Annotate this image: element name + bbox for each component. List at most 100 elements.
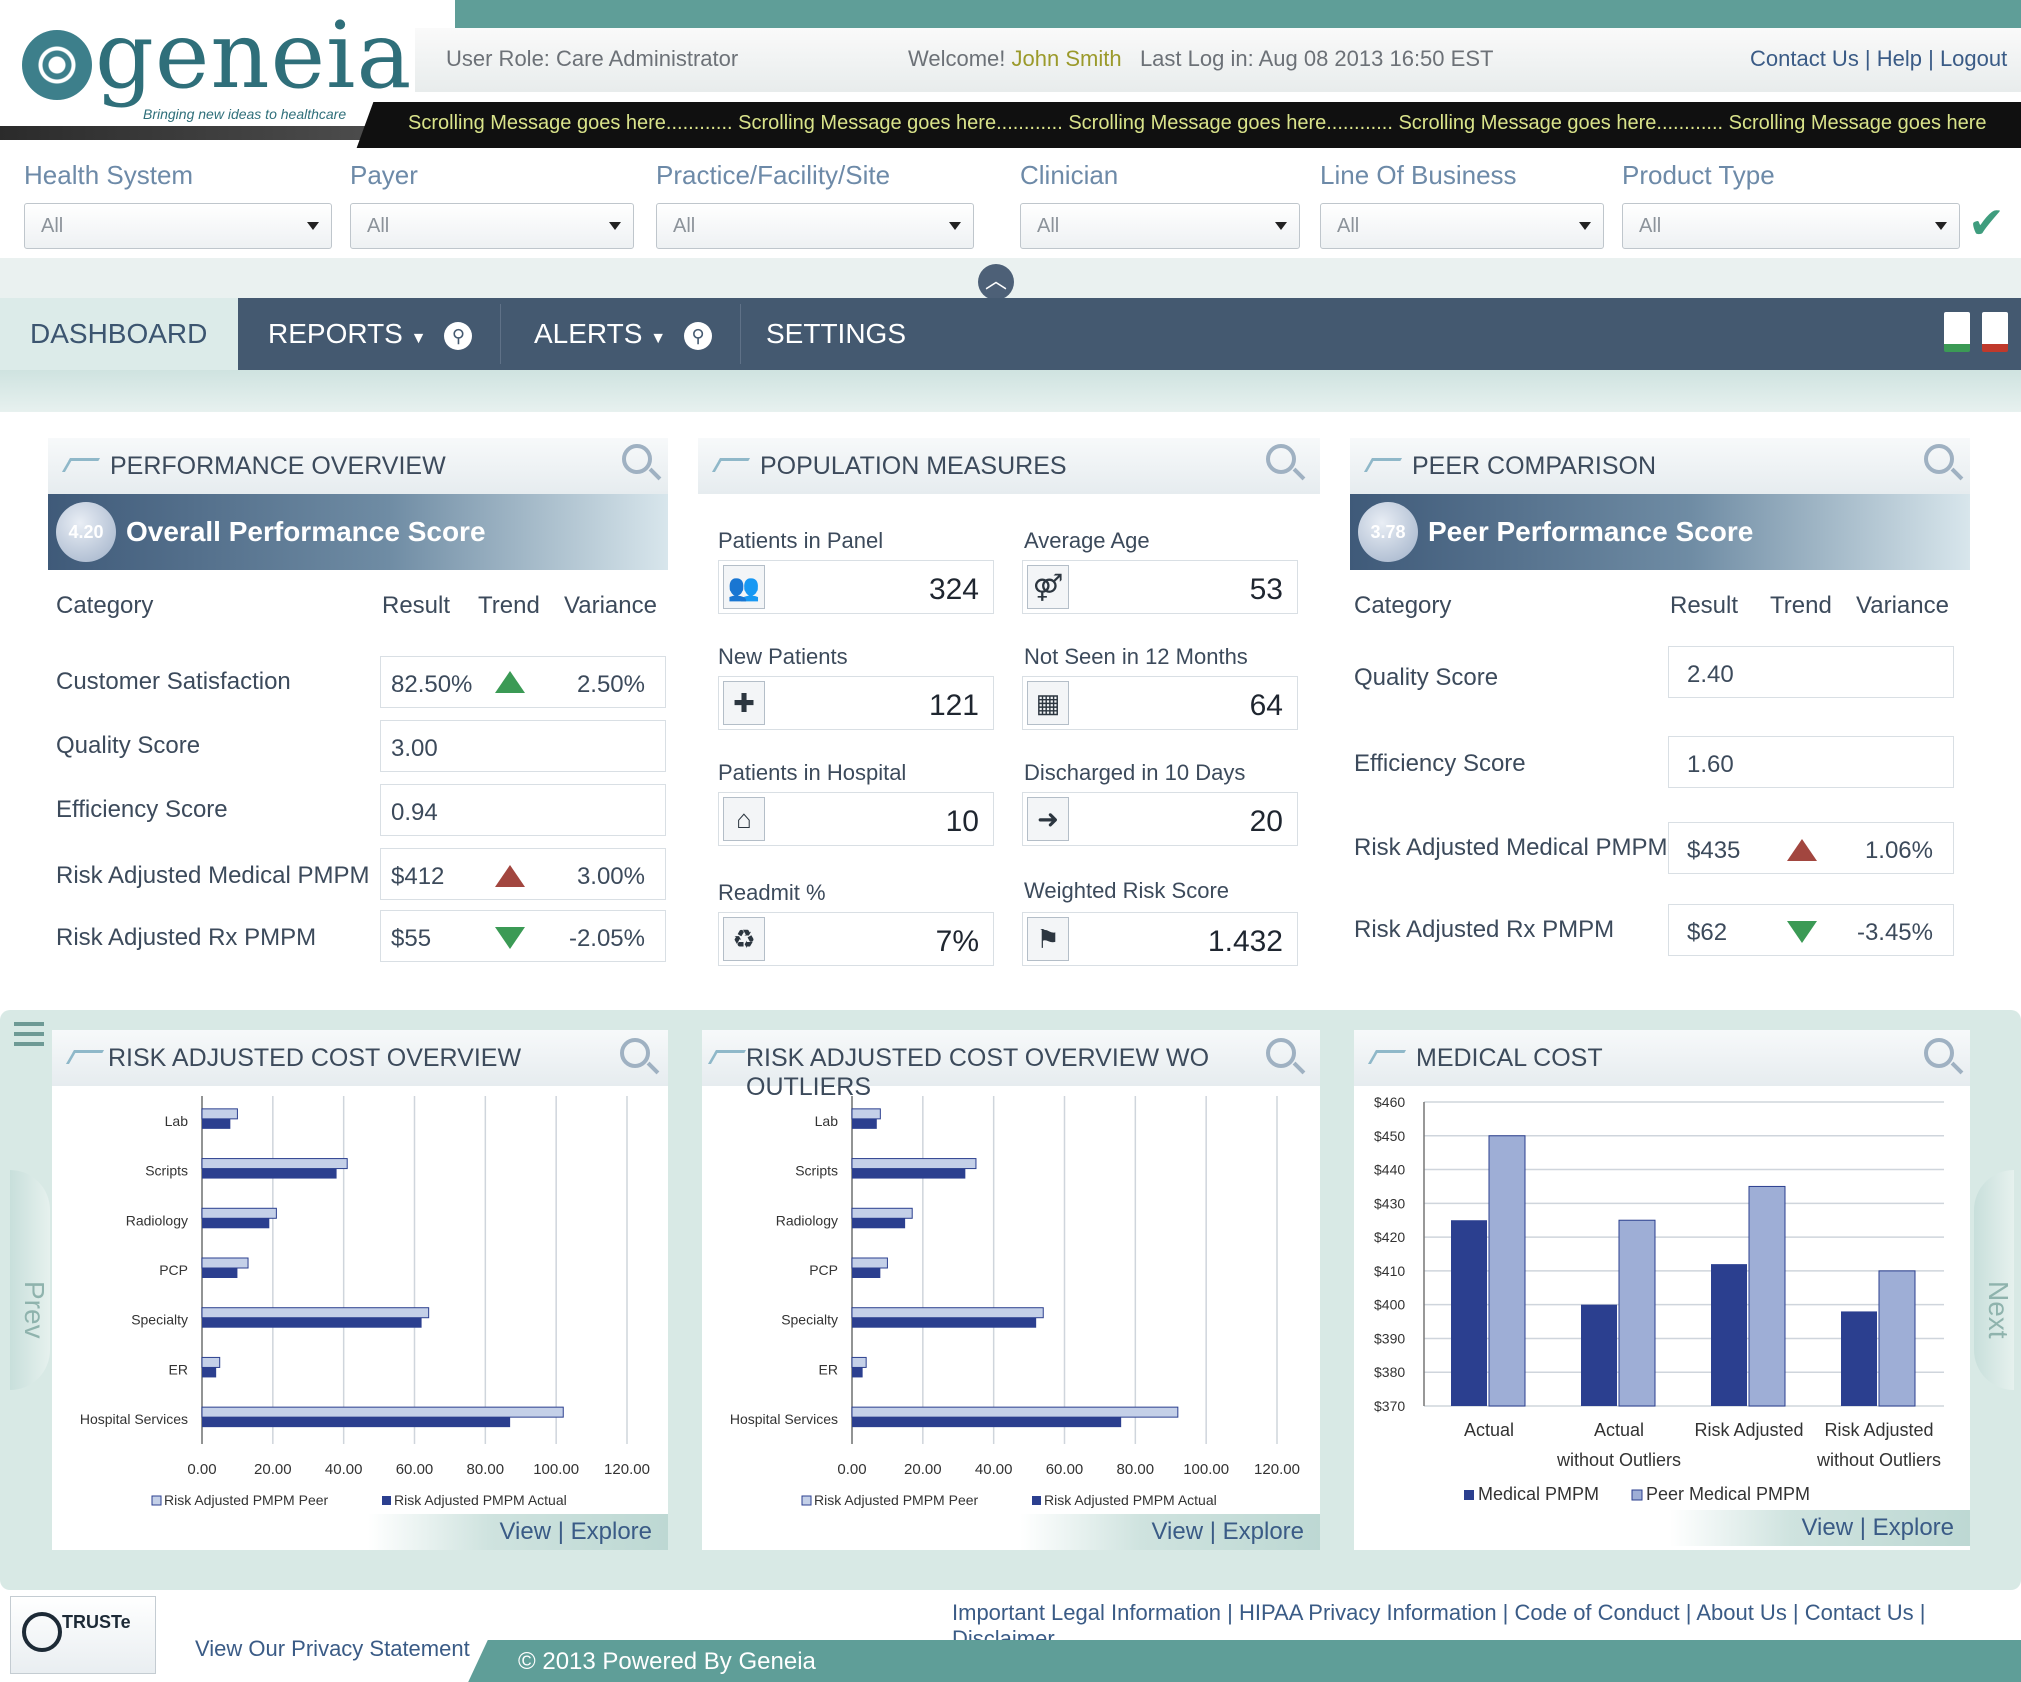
tab-alerts[interactable]: ALERTS ▼ ⚲ [534, 298, 713, 370]
category-label: ER [819, 1361, 838, 1377]
bar-peer [201, 1257, 249, 1269]
caret-down-icon: ▼ [410, 330, 427, 347]
tab-reports[interactable]: REPORTS ▼ ⚲ [268, 298, 473, 370]
pdf-export-icon[interactable] [1982, 312, 2008, 352]
score-label: Overall Performance Score [126, 516, 486, 547]
bar-medical-pmpm [1841, 1311, 1877, 1406]
collapse-up-icon[interactable]: ︿ [978, 264, 1014, 300]
user-role: User Role: Care Administrator [446, 46, 739, 71]
risk-adjusted-cost-header: RISK ADJUSTED COST OVERVIEW [52, 1030, 668, 1086]
payer-select[interactable]: All [350, 203, 634, 249]
next-button[interactable]: Next [1974, 1170, 2014, 1390]
measure-value: 20 [1249, 805, 1283, 838]
x-tick-label: 120.00 [604, 1461, 650, 1478]
select-value: All [673, 215, 696, 237]
view-explore-links[interactable]: View | Explore [1670, 1510, 1970, 1546]
col-trend: Trend [1770, 592, 1832, 619]
health-system-select[interactable]: All [24, 203, 332, 249]
product-type-select[interactable]: All [1622, 203, 1960, 249]
prev-button[interactable]: Prev [10, 1170, 50, 1390]
bar-peer [851, 1406, 1179, 1418]
legend-label-actual: Risk Adjusted PMPM Actual [394, 1492, 567, 1508]
top-links[interactable]: Contact Us | Help | Logout [1750, 46, 2007, 72]
measure-label: Average Age [1024, 528, 1150, 553]
x-tick-label: 80.00 [1117, 1461, 1155, 1478]
row-result: 2.40 [1687, 661, 1734, 688]
filter-payer: Payer All [350, 160, 634, 249]
hospital-icon: ⌂ [723, 797, 765, 841]
row-variance: 3.00% [576, 863, 645, 890]
measure-label: Discharged in 10 Days [1024, 760, 1246, 785]
category-label: Risk Adjusted [1824, 1420, 1933, 1440]
table-row: 2.40 [1668, 646, 1954, 698]
row-result: 0.94 [391, 799, 438, 826]
legend-label-peer: Peer Medical PMPM [1646, 1484, 1810, 1504]
category-label: Scripts [795, 1163, 838, 1179]
tab-settings[interactable]: SETTINGS [766, 298, 906, 370]
row-label: Efficiency Score [56, 796, 228, 823]
select-value: All [1337, 215, 1360, 237]
bar-peer-medical-pmpm [1488, 1135, 1526, 1407]
magnifier-icon[interactable] [1266, 1038, 1296, 1068]
category-label: PCP [159, 1262, 188, 1278]
row-variance: -3.45% [1856, 919, 1933, 946]
reports-search-icon[interactable]: ⚲ [444, 321, 473, 350]
flag-icon [1367, 1050, 1407, 1064]
measure-box: ▦ 64 [1022, 676, 1298, 730]
magnifier-icon[interactable] [1924, 1038, 1954, 1068]
tab-dashboard[interactable]: DASHBOARD [0, 298, 238, 370]
privacy-statement-link[interactable]: View Our Privacy Statement [195, 1636, 470, 1662]
category-label: Specialty [131, 1312, 188, 1328]
magnifier-icon[interactable] [1924, 444, 1954, 474]
copyright: © 2013 Powered By Geneia [518, 1648, 816, 1675]
scrolling-ticker: Scrolling Message goes here............ … [380, 102, 2021, 148]
y-tick-label: $420 [1374, 1229, 1405, 1245]
y-tick-label: $450 [1374, 1128, 1405, 1144]
bar-actual [852, 1317, 1037, 1328]
risk-icon: ⚑ [1027, 917, 1069, 961]
y-tick-label: $380 [1374, 1364, 1405, 1380]
row-result: $62 [1687, 919, 1728, 946]
peer-performance-score-bar: 3.78 Peer Performance Score [1350, 494, 1970, 570]
bar-actual [852, 1118, 877, 1129]
legend-label-peer: Risk Adjusted PMPM Peer [814, 1492, 979, 1508]
magnifier-icon[interactable] [622, 444, 652, 474]
magnifier-icon[interactable] [620, 1038, 650, 1068]
bar-actual [852, 1218, 906, 1229]
nav-subbar [0, 370, 2021, 412]
practice-select[interactable]: All [656, 203, 974, 249]
bar-actual [202, 1118, 231, 1129]
couple-icon: ⚤ [1027, 565, 1069, 609]
x-tick-label: 20.00 [904, 1461, 942, 1478]
clinician-select[interactable]: All [1020, 203, 1300, 249]
excel-export-icon[interactable] [1944, 312, 1970, 352]
row-label: Risk Adjusted Medical PMPM [1354, 834, 1668, 861]
line-of-business-select[interactable]: All [1320, 203, 1604, 249]
view-explore-links[interactable]: View | Explore [368, 1514, 668, 1550]
hamburger-menu-icon[interactable] [14, 1022, 44, 1046]
bar-peer [851, 1257, 888, 1269]
measure-label: New Patients [718, 644, 848, 669]
apply-checkmark-icon[interactable]: ✔ [1968, 198, 2005, 249]
row-label: Quality Score [1354, 664, 1499, 691]
legend-label-medical: Medical PMPM [1478, 1484, 1599, 1504]
category-label: Lab [165, 1113, 189, 1129]
measure-value: 64 [1249, 689, 1283, 722]
bar-actual [852, 1268, 881, 1278]
row-label: Quality Score [56, 732, 201, 759]
row-result: 3.00 [391, 735, 438, 762]
filter-label: Payer [350, 160, 418, 190]
select-value: All [1037, 215, 1060, 237]
truste-label: TRUSTe [62, 1612, 131, 1632]
row-variance: 2.50% [576, 671, 645, 698]
panel-title: PEER COMPARISON [1412, 452, 1657, 480]
bar-actual [202, 1168, 337, 1179]
alerts-search-icon[interactable]: ⚲ [684, 321, 713, 350]
row-result: $412 [391, 863, 445, 890]
row-result: 82.50% [391, 671, 473, 698]
view-explore-links[interactable]: View | Explore [1020, 1514, 1320, 1550]
magnifier-icon[interactable] [1266, 444, 1296, 474]
x-tick-label: 120.00 [1254, 1461, 1300, 1478]
bar-actual [202, 1317, 422, 1328]
row-variance: -2.05% [568, 925, 645, 952]
